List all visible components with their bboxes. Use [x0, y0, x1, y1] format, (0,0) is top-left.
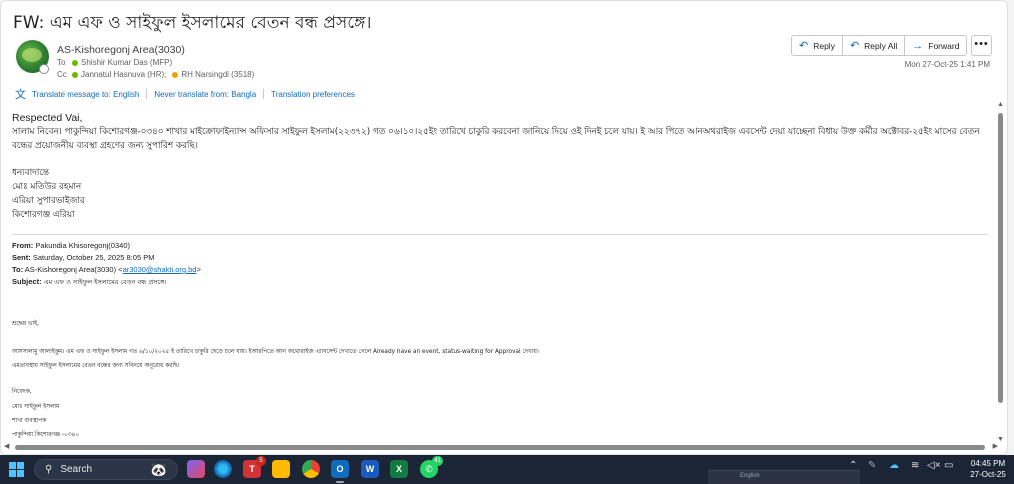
copilot-icon[interactable] — [187, 460, 205, 478]
volume-icon[interactable]: ◁× — [927, 460, 941, 471]
separator — [263, 89, 265, 99]
reply-button[interactable]: ↶ Reply — [791, 35, 843, 56]
email-subject: FW: এম এফ ও সাইফুল ইসলামের বেতন বন্ধ প্র… — [13, 13, 372, 33]
presence-away-icon — [172, 71, 179, 78]
system-clock[interactable]: 04:45 PM 27-Oct-25 — [962, 458, 1014, 480]
reply-icon: ↶ — [799, 40, 809, 52]
notification-badge: 41 — [432, 456, 443, 466]
translate-message-link[interactable]: Translate message to: English — [32, 90, 139, 99]
signature-closing: ধন্যবাদান্তে — [12, 168, 49, 178]
notification-badge: 5 — [256, 456, 266, 466]
to-recipient[interactable]: Shishir Kumar Das (MFP) — [81, 58, 172, 67]
clock-date: 27-Oct-25 — [970, 470, 1006, 479]
body-greeting: Respected Vai, — [12, 112, 83, 124]
file-explorer-icon[interactable] — [272, 460, 290, 478]
horizontal-scroll-thumb[interactable] — [15, 445, 985, 450]
signature-name: মোঃ মতিউর রহমান — [12, 182, 82, 192]
message-actions: ↶ Reply ↶ Reply All → Forward — [791, 35, 968, 56]
excel-icon[interactable]: X — [390, 460, 408, 478]
sender-name[interactable]: AS-Kishoregonj Area(3030) — [57, 44, 185, 56]
cc-line: Cc Jannatul Hasnuva (HR); RH Narsingdi (… — [57, 70, 254, 79]
language-indicator: English — [740, 473, 760, 479]
fwd-to-email-link[interactable]: ar3030@shakti.org.bd — [123, 265, 197, 274]
forward-divider — [12, 234, 988, 235]
taskbar-search-box[interactable]: ⚲ Search 🐼 — [34, 459, 178, 480]
more-actions-button[interactable]: ••• — [971, 35, 992, 56]
presence-available-icon — [72, 71, 78, 78]
wifi-icon[interactable]: ≋ — [911, 460, 919, 471]
fwd-sent: Saturday, October 25, 2025 8:05 PM — [32, 253, 155, 262]
scroll-down-icon[interactable]: ▼ — [997, 436, 1004, 443]
original-sig-3: শাখা ব্যবস্থাপক — [12, 418, 47, 424]
edge-icon[interactable] — [214, 460, 232, 478]
windows-start-icon[interactable] — [9, 462, 24, 477]
pen-icon[interactable]: ✎ — [868, 460, 876, 471]
reply-all-button[interactable]: ↶ Reply All — [842, 35, 906, 56]
language-bar[interactable]: English — [708, 470, 860, 484]
vertical-scroll-thumb[interactable] — [998, 113, 1003, 403]
whatsapp-icon[interactable]: ✆ 41 — [420, 456, 443, 478]
scroll-left-icon[interactable]: ◀ — [4, 442, 9, 450]
active-app-indicator — [336, 481, 344, 483]
received-datetime: Mon 27-Oct-25 1:41 PM — [904, 60, 990, 69]
vertical-scrollbar[interactable]: ▲ ▼ — [997, 101, 1004, 443]
battery-icon[interactable]: ▭ — [944, 460, 953, 471]
forward-button[interactable]: → Forward — [905, 35, 968, 56]
search-icon: ⚲ — [45, 464, 53, 475]
original-line-1: আসসালামু আলাইকুম। এম এফ ও সাইফুল ইসলাম গ… — [12, 349, 539, 355]
forwarded-header: From: Pakundia Khisoregonj(0340) Sent: S… — [12, 241, 201, 286]
fwd-from: Pakundia Khisoregonj(0340) — [35, 241, 130, 250]
cc-label: Cc — [57, 70, 67, 79]
cc-recipient[interactable]: Jannatul Hasnuva (HR); — [81, 70, 166, 79]
reading-pane: FW: এম এফ ও সাইফুল ইসলামের বেতন বন্ধ প্র… — [0, 0, 1008, 455]
presence-available-icon — [72, 59, 78, 66]
reply-all-icon: ↶ — [849, 40, 860, 52]
translation-bar: 文 Translate message to: English Never tr… — [15, 86, 355, 102]
word-icon[interactable]: W — [361, 460, 379, 478]
horizontal-scrollbar[interactable]: ◀ ▶ — [4, 442, 998, 452]
to-line: To Shishir Kumar Das (MFP) — [57, 58, 172, 67]
search-highlight-icon: 🐼 — [150, 462, 167, 477]
original-sig-1: নিবেদক, — [12, 389, 32, 395]
original-sig-2: মোঃ সাইফুল ইসলাম — [12, 404, 60, 410]
forward-icon: → — [912, 39, 924, 52]
body-paragraph: সালাম নিবেন। পাকুন্দিয়া কিশোরগঞ্জ-০৩৪০ … — [12, 127, 980, 151]
scroll-right-icon[interactable]: ▶ — [993, 442, 998, 450]
fwd-subject: এম এফ ও সাইফুল ইসলামের বেতন বন্ধ প্রসঙ্গ… — [43, 278, 167, 286]
cc-recipient[interactable]: RH Narsingdi (3518) — [181, 70, 254, 79]
clock-time: 04:45 PM — [970, 459, 1006, 468]
translate-icon: 文 — [15, 89, 26, 101]
onedrive-icon[interactable]: ☁ — [889, 460, 899, 471]
separator — [146, 89, 148, 99]
message-body: Respected Vai, সালাম নিবেন। পাকুন্দিয়া … — [12, 112, 994, 222]
show-hidden-icons-chevron-icon[interactable]: ⌃ — [849, 460, 857, 471]
original-sig-4: পাকুন্দিয়া কিশোরগঞ্জ -০৩৪০ — [12, 432, 80, 438]
presence-status-icon — [39, 64, 49, 74]
never-translate-link[interactable]: Never translate from: Bangla — [154, 90, 256, 99]
chrome-icon[interactable] — [302, 460, 320, 478]
original-salutation: শ্রদ্ধেয় ভাই, — [12, 321, 39, 327]
translation-preferences-link[interactable]: Translation preferences — [271, 90, 355, 99]
fwd-to: AS-Kishoregonj Area(3030) < — [24, 265, 123, 274]
teams-icon[interactable]: T5 — [243, 456, 266, 478]
to-label: To — [57, 58, 66, 67]
signature-area: কিশোরগঞ্জ এরিয়া — [12, 210, 75, 220]
outlook-icon[interactable]: O — [331, 460, 349, 478]
original-line-2: এমতাবস্থায় সাইফুল ইসলামের বেতন বন্ধের জ… — [12, 363, 180, 369]
scroll-up-icon[interactable]: ▲ — [997, 101, 1004, 108]
taskbar: ⚲ Search 🐼 T5 O W X ✆ 41 — [0, 455, 1014, 484]
signature-title: এরিয়া সুপারভাইজার — [12, 196, 85, 206]
body-signature: ধন্যবাদান্তে মোঃ মতিউর রহমান এরিয়া সুপা… — [12, 166, 994, 222]
